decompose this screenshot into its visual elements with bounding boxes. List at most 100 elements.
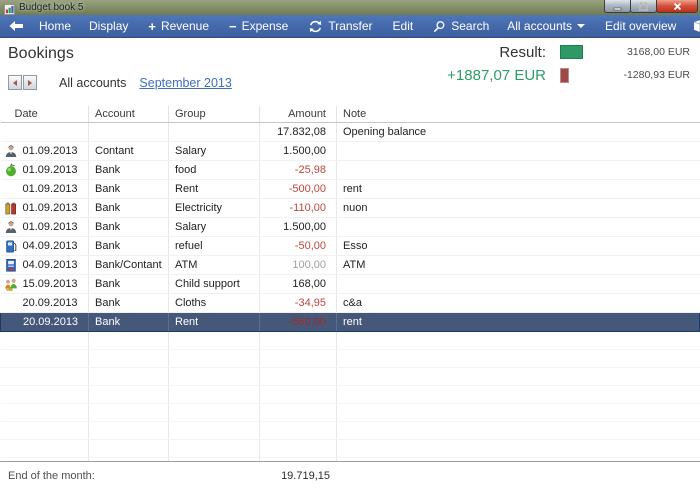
table-row[interactable]: 04.09.2013Bankrefuel-50,00Esso (1, 236, 700, 255)
cell-account: Bank (89, 293, 169, 312)
cell-account: Bank (89, 236, 169, 255)
plus-icon: + (148, 20, 156, 33)
table-row[interactable]: 01.09.2013ContantSalary1.500,00 (1, 141, 700, 160)
cell-amount: -34,95 (260, 293, 337, 312)
toolbar-item-transfer[interactable]: Transfer (299, 15, 381, 38)
back-icon (8, 20, 24, 32)
cell-amount: 1.500,00 (260, 141, 337, 160)
cell-amount: -110,00 (260, 198, 337, 217)
column-header-note[interactable]: Note (337, 106, 700, 122)
cell-group: Rent (169, 179, 260, 198)
minus-icon: − (229, 20, 237, 33)
cell-account: Bank (89, 274, 169, 293)
toolbar-item-display[interactable]: Display (80, 15, 137, 38)
table-row[interactable]: 01.09.2013 Bankfood-25,98 (1, 160, 700, 179)
toolbar-item-revenue[interactable]: + Revenue (139, 15, 218, 38)
empty-row (1, 439, 700, 457)
accounts-dropdown[interactable]: All accounts (498, 15, 594, 38)
table-row[interactable]: 20.09.2013BankCloths-34,95c&a (1, 293, 700, 312)
cell-date: 20.09.2013 (23, 316, 78, 328)
previous-month-button[interactable] (8, 75, 22, 90)
result-summary: Result: 3168,00 EUR +1887,07 EUR -1280,9… (447, 42, 694, 85)
toolbar-item-edit[interactable]: Edit (384, 15, 423, 38)
cell-note: Opening balance (337, 122, 700, 141)
cell-account (89, 122, 169, 141)
toolbar-item-expense[interactable]: − Expense (220, 15, 297, 38)
cell-date: 01.09.2013 (23, 164, 78, 176)
apple-icon (4, 163, 20, 177)
cell-group: ATM (169, 255, 260, 274)
table-row[interactable]: 01.09.2013 BankRent-500,00rent (1, 179, 700, 198)
content-area: Bookings Result: 3168,00 EUR +1887,07 EU… (0, 38, 700, 503)
maximize-button[interactable] (630, 0, 657, 13)
app-window: Budget book 5 Home Display + Revenue − (0, 0, 700, 504)
empty-row (1, 385, 700, 403)
next-month-button[interactable] (23, 75, 37, 90)
close-button[interactable] (656, 0, 698, 13)
cell-amount: -560,00 (260, 312, 337, 331)
atm-icon (4, 258, 20, 272)
cell-note: ATM (337, 255, 700, 274)
bookings-table: DateAccountGroupAmountNote 17.832,08Open… (0, 106, 700, 461)
cell-amount: 1.500,00 (260, 217, 337, 236)
cell-note (337, 141, 700, 160)
expense-bar (560, 68, 569, 83)
cell-note (337, 274, 700, 293)
table-row[interactable]: 20.09.2013BankRent-560,00rent (1, 312, 700, 331)
empty-row (1, 403, 700, 421)
cell-note: rent (337, 179, 700, 198)
family-icon (4, 277, 20, 291)
table-row[interactable]: 17.832,08Opening balance (1, 122, 700, 141)
result-label: Result: (447, 44, 558, 61)
battery-icon (4, 201, 20, 215)
search-icon (433, 20, 446, 33)
table-row[interactable]: 01.09.2013BankElectricity-110,00nuon (1, 198, 700, 217)
table-row[interactable]: 01.09.2013BankSalary1.500,00 (1, 217, 700, 236)
cell-date: 01.09.2013 (23, 221, 78, 233)
book-button[interactable] (685, 15, 700, 38)
account-filter-label: All accounts (59, 76, 126, 90)
cell-account: Bank (89, 160, 169, 179)
column-header-amount[interactable]: Amount (260, 106, 337, 122)
expense-value: -1280,93 EUR (602, 69, 694, 81)
cell-note: rent (337, 312, 700, 331)
window-title: Budget book 5 (19, 2, 84, 13)
cell-group: food (169, 160, 260, 179)
cell-date: 01.09.2013 (23, 145, 78, 157)
minimize-button[interactable] (604, 0, 631, 13)
income-value: 3168,00 EUR (602, 46, 694, 58)
back-button[interactable] (6, 20, 30, 32)
table-row[interactable]: 15.09.2013BankChild support168,00 (1, 274, 700, 293)
toolbar-item-search[interactable]: Search (424, 15, 498, 38)
result-net: +1887,07 EUR (447, 67, 558, 84)
cell-date: 04.09.2013 (23, 259, 78, 271)
cell-note (337, 217, 700, 236)
cell-account: Bank (89, 312, 169, 331)
cell-group: Electricity (169, 198, 260, 217)
toolbar: Home Display + Revenue − Expense Transfe… (0, 15, 700, 38)
cell-account: Bank (89, 198, 169, 217)
person-icon (4, 220, 20, 234)
period-link[interactable]: September 2013 (139, 76, 231, 90)
end-of-month-value: 19.719,15 (0, 470, 330, 482)
cell-amount: -500,00 (260, 179, 337, 198)
column-header-date[interactable]: Date (1, 106, 89, 122)
cell-note (337, 160, 700, 179)
footer-bar: End of the month: 19.719,15 (0, 461, 700, 503)
toolbar-item-edit-overview[interactable]: Edit overview (596, 15, 685, 38)
cell-note: Esso (337, 236, 700, 255)
empty-row (1, 421, 700, 439)
table-row[interactable]: 04.09.2013Bank/ContantATM100,00ATM (1, 255, 700, 274)
cell-amount: 168,00 (260, 274, 337, 293)
cell-group (169, 122, 260, 141)
toolbar-item-home[interactable]: Home (30, 15, 80, 38)
cell-amount: -25,98 (260, 160, 337, 179)
cell-note: c&a (337, 293, 700, 312)
person-icon (4, 144, 20, 158)
title-bar: Budget book 5 (0, 0, 700, 15)
cell-account: Bank (89, 179, 169, 198)
column-header-account[interactable]: Account (89, 106, 169, 122)
empty-row (1, 349, 700, 367)
cell-date: 01.09.2013 (23, 183, 78, 195)
column-header-group[interactable]: Group (169, 106, 260, 122)
